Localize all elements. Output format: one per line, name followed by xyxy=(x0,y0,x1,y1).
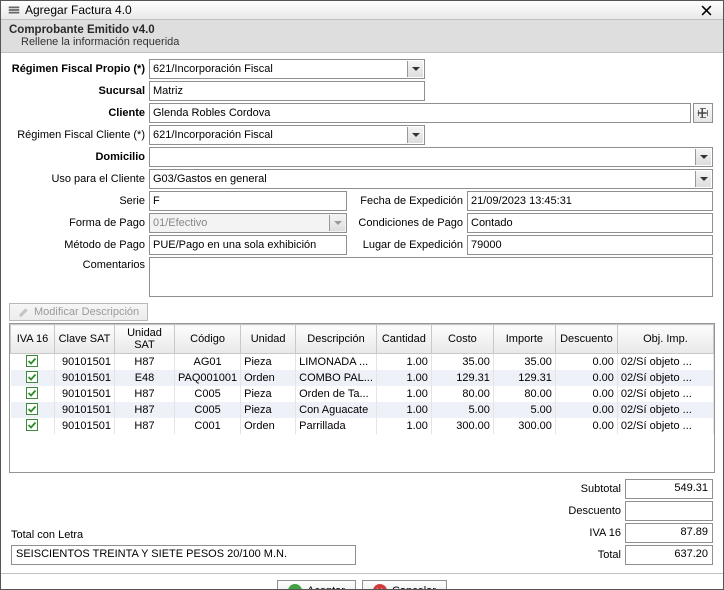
label-regimen-cliente: Régimen Fiscal Cliente (*) xyxy=(11,129,149,141)
grid-header-row: IVA 16 Clave SAT Unidad SAT Código Unida… xyxy=(11,325,714,354)
col-iva16[interactable]: IVA 16 xyxy=(11,325,55,354)
window-title: Agregar Factura 4.0 xyxy=(25,3,132,17)
label-cliente: Cliente xyxy=(11,107,149,119)
label-domicilio: Domicilio xyxy=(11,151,149,163)
label-metodo-pago: Método de Pago xyxy=(11,239,149,251)
label-sucursal: Sucursal xyxy=(11,85,149,97)
col-obj-imp[interactable]: Obj. Imp. xyxy=(617,325,713,354)
domicilio-select[interactable] xyxy=(149,147,713,167)
regimen-propio-select[interactable] xyxy=(149,59,425,79)
col-descuento[interactable]: Descuento xyxy=(555,325,617,354)
label-total-letra: Total con Letra xyxy=(11,529,501,541)
header-subtitle: Rellene la información requerida xyxy=(9,36,715,48)
label-uso-cliente: Uso para el Cliente xyxy=(11,173,149,185)
modificar-label: Modificar Descripción xyxy=(34,306,139,318)
close-button[interactable] xyxy=(695,1,717,19)
modificar-descripcion-button[interactable]: Modificar Descripción xyxy=(9,303,148,321)
check-icon xyxy=(288,584,302,590)
grid-empty-area xyxy=(10,434,714,472)
fecha-exp-input[interactable] xyxy=(467,191,713,211)
col-descripcion[interactable]: Descripción xyxy=(296,325,377,354)
table-row[interactable]: 90101501 E48 PAQ001001 Orden COMBO PAL..… xyxy=(11,370,714,386)
header-title: Comprobante Emitido v4.0 xyxy=(9,24,715,36)
iva16-value: 87.89 xyxy=(625,523,713,543)
label-lugar-exp: Lugar de Expedición xyxy=(347,239,467,251)
col-cantidad[interactable]: Cantidad xyxy=(376,325,431,354)
col-clave-sat[interactable]: Clave SAT xyxy=(55,325,115,354)
label-iva16: IVA 16 xyxy=(521,527,621,539)
label-condiciones: Condiciones de Pago xyxy=(347,217,467,229)
totals-area: Total con Letra SEISCIENTOS TREINTA Y SI… xyxy=(1,473,723,567)
regimen-cliente-select[interactable] xyxy=(149,125,425,145)
uso-cliente-select[interactable] xyxy=(149,169,713,189)
col-codigo[interactable]: Código xyxy=(175,325,241,354)
col-unidad-sat[interactable]: Unidad SAT xyxy=(115,325,175,354)
subtotal-value: 549.31 xyxy=(625,479,713,499)
label-subtotal: Subtotal xyxy=(521,483,621,495)
aceptar-label: Aceptar xyxy=(307,585,345,590)
total-value: 637.20 xyxy=(625,545,713,565)
row-checkbox[interactable] xyxy=(26,387,38,399)
table-row[interactable]: 90101501 H87 C005 Pieza Con Aguacate 1.0… xyxy=(11,402,714,418)
dialog-window: Agregar Factura 4.0 Comprobante Emitido … xyxy=(0,0,724,590)
app-icon xyxy=(7,3,21,17)
table-row[interactable]: 90101501 H87 C001 Orden Parrillada 1.00 … xyxy=(11,418,714,434)
form-area: Régimen Fiscal Propio (*) Sucursal Clien… xyxy=(1,53,723,301)
serie-input[interactable] xyxy=(149,191,347,211)
table-row[interactable]: 90101501 H87 AG01 Pieza LIMONADA ... 1.0… xyxy=(11,354,714,371)
col-importe[interactable]: Importe xyxy=(493,325,555,354)
descuento-value xyxy=(625,501,713,521)
label-total: Total xyxy=(521,549,621,561)
row-checkbox[interactable] xyxy=(26,403,38,415)
cancelar-label: Cancelar xyxy=(392,585,436,590)
lugar-exp-input[interactable] xyxy=(467,235,713,255)
footer-buttons: Aceptar Cancelar xyxy=(1,573,723,590)
cancelar-button[interactable]: Cancelar xyxy=(362,580,447,590)
col-unidad[interactable]: Unidad xyxy=(241,325,296,354)
label-forma-pago: Forma de Pago xyxy=(11,217,149,229)
total-letra-field: SEISCIENTOS TREINTA Y SIETE PESOS 20/100… xyxy=(11,545,356,565)
row-checkbox[interactable] xyxy=(26,355,38,367)
items-grid[interactable]: IVA 16 Clave SAT Unidad SAT Código Unida… xyxy=(9,323,715,473)
comentarios-textarea[interactable] xyxy=(149,257,713,297)
col-costo[interactable]: Costo xyxy=(431,325,493,354)
close-icon xyxy=(373,584,387,590)
label-regimen-propio: Régimen Fiscal Propio (*) xyxy=(11,63,149,75)
sucursal-input[interactable] xyxy=(149,81,425,101)
forma-pago-select[interactable] xyxy=(149,213,347,233)
table-row[interactable]: 90101501 H87 C005 Pieza Orden de Ta... 1… xyxy=(11,386,714,402)
condiciones-input[interactable] xyxy=(467,213,713,233)
cliente-lookup-button[interactable] xyxy=(693,103,713,123)
aceptar-button[interactable]: Aceptar xyxy=(277,580,356,590)
label-comentarios: Comentarios xyxy=(11,257,149,271)
label-descuento: Descuento xyxy=(521,505,621,517)
row-checkbox[interactable] xyxy=(26,419,38,431)
header-panel: Comprobante Emitido v4.0 Rellene la info… xyxy=(1,20,723,53)
titlebar: Agregar Factura 4.0 xyxy=(1,1,723,20)
label-fecha-exp: Fecha de Expedición xyxy=(347,195,467,207)
metodo-pago-input[interactable] xyxy=(149,235,347,255)
cliente-input[interactable] xyxy=(149,103,691,123)
row-checkbox[interactable] xyxy=(26,371,38,383)
label-serie: Serie xyxy=(11,195,149,207)
